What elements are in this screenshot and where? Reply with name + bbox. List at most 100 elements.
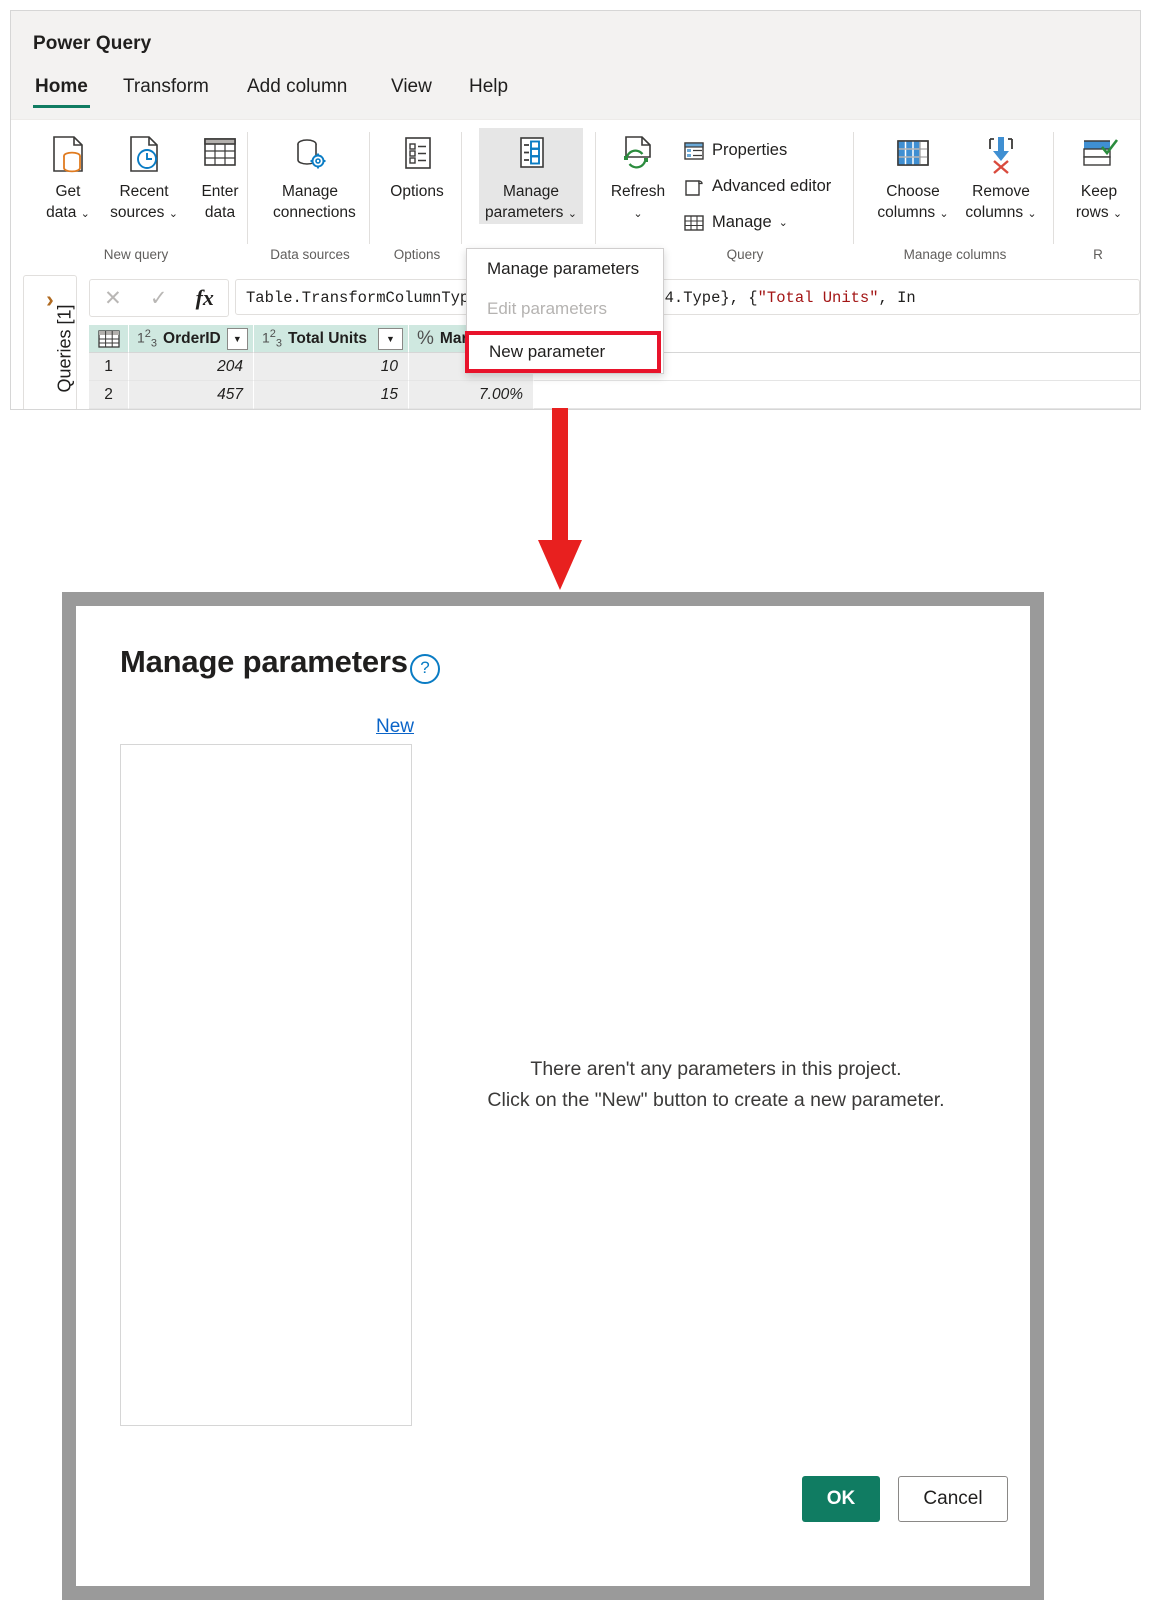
advanced-editor-label: Advanced editor	[712, 177, 832, 195]
ribbon-divider	[247, 132, 248, 244]
choose-columns-button[interactable]: Choose columns ⌄	[869, 128, 957, 224]
manage-parameters-label-line1: Manage	[502, 183, 559, 200]
cell-total-units: 10	[254, 353, 409, 381]
cell-total-units: 15	[254, 381, 409, 409]
tab-add-column[interactable]: Add column	[245, 76, 349, 98]
get-data-label-line2: data	[46, 204, 77, 221]
chevron-down-icon[interactable]: ⌄	[779, 216, 788, 229]
manage-parameters-button[interactable]: Manage parameters ⌄	[479, 128, 583, 224]
ribbon-divider	[369, 132, 370, 244]
app-title: Power Query	[33, 33, 152, 54]
enter-data-button[interactable]: Enter data	[183, 128, 257, 222]
ribbon-group-parameters: Manage parameters ⌄	[465, 120, 595, 268]
manage-connections-label-line1: Manage	[281, 183, 338, 200]
menu-item-edit-parameters: Edit parameters	[487, 299, 607, 318]
ribbon: Get data ⌄ Recent sources ⌄ Enter data N…	[11, 119, 1140, 268]
power-query-window: Power Query Home Transform Add column Vi…	[10, 10, 1141, 410]
accept-formula-icon[interactable]: ✓	[150, 286, 168, 311]
new-parameter-link[interactable]: New	[376, 716, 414, 738]
manage-button[interactable]: Manage ⌄	[683, 208, 788, 237]
tab-home[interactable]: Home	[33, 76, 90, 108]
ribbon-group-label-new-query: New query	[103, 247, 169, 262]
chevron-down-icon[interactable]: ⌄	[633, 208, 642, 220]
ribbon-group-options: Options Options	[373, 120, 461, 268]
ribbon-group-query: Refresh ⌄ Properties Advanced editor Man…	[599, 120, 853, 268]
menu-item-new-parameter[interactable]: New parameter	[465, 331, 661, 373]
chevron-down-icon[interactable]: ⌄	[939, 208, 948, 220]
menu-item-manage-parameters[interactable]: Manage parameters	[467, 249, 663, 289]
properties-button[interactable]: Properties	[683, 136, 787, 165]
parameters-list[interactable]	[120, 744, 412, 1426]
ribbon-divider	[853, 132, 854, 244]
keep-rows-button[interactable]: Keep rows ⌄	[1061, 128, 1137, 224]
properties-label: Properties	[712, 141, 788, 159]
formula-bar-controls: ✕ ✓ fx	[89, 279, 229, 317]
tab-help[interactable]: Help	[467, 76, 510, 98]
refresh-button[interactable]: Refresh ⌄	[601, 128, 675, 224]
recent-sources-label-line1: Recent	[119, 183, 169, 200]
keep-rows-label-line2: rows	[1075, 204, 1109, 221]
manage-parameters-dialog: Manage parameters ? New There aren't any…	[76, 606, 1030, 1586]
chevron-down-icon[interactable]: ⌄	[1113, 208, 1122, 220]
cell-orderid: 204	[129, 353, 254, 381]
recent-sources-button[interactable]: Recent sources ⌄	[107, 128, 181, 224]
remove-columns-button[interactable]: Remove columns ⌄	[957, 128, 1045, 224]
options-label: Options	[390, 183, 444, 200]
grid-column-label-orderid: OrderID	[163, 329, 221, 347]
keep-rows-icon	[1061, 128, 1137, 180]
ok-button[interactable]: OK	[802, 1476, 880, 1522]
percentage-type-icon: %	[417, 327, 434, 349]
chevron-down-icon[interactable]: ⌄	[1027, 208, 1036, 220]
get-data-icon	[31, 128, 105, 180]
formula-string-total-units: "Total Units"	[757, 289, 879, 307]
advanced-editor-button[interactable]: Advanced editor	[683, 172, 831, 201]
advanced-editor-icon	[683, 176, 705, 198]
ribbon-divider	[461, 132, 462, 244]
formula-input[interactable]: Table.TransformColumnTyps", {{"OrderID",…	[235, 279, 1140, 315]
cell-orderid: 457	[129, 381, 254, 409]
get-data-label-line1: Get	[55, 183, 81, 200]
cancel-formula-icon[interactable]: ✕	[104, 286, 122, 311]
manage-connections-label-line2: connections	[273, 204, 356, 221]
empty-state-line1: There aren't any parameters in this proj…	[530, 1058, 902, 1080]
ribbon-group-label-data-sources: Data sources	[270, 247, 350, 262]
tab-transform[interactable]: Transform	[121, 76, 211, 98]
cancel-button[interactable]: Cancel	[898, 1476, 1008, 1522]
refresh-label: Refresh	[610, 183, 666, 200]
annotation-arrow-down	[538, 408, 582, 590]
dialog-frame: Manage parameters ? New There aren't any…	[62, 592, 1044, 1600]
ribbon-divider	[595, 132, 596, 244]
enter-data-icon	[183, 128, 257, 180]
chevron-down-icon[interactable]: ⌄	[81, 208, 90, 220]
help-icon[interactable]: ?	[410, 654, 440, 684]
empty-state-line2: Click on the "New" button to create a ne…	[487, 1089, 945, 1111]
ribbon-group-manage-columns: Choose columns ⌄ Remove columns ⌄ Manage…	[857, 120, 1053, 268]
grid-column-header-total-units[interactable]: 123 Total Units ▼	[254, 325, 409, 353]
window-titlebar: Power Query	[11, 11, 1140, 63]
grid-select-all-icon[interactable]	[89, 325, 129, 353]
chevron-down-icon[interactable]: ⌄	[568, 208, 577, 220]
chevron-down-icon[interactable]: ⌄	[169, 208, 178, 220]
manage-icon	[683, 212, 705, 234]
grid-column-header-orderid[interactable]: 123 OrderID ▼	[129, 325, 254, 353]
enter-data-label-line1: Enter	[201, 183, 239, 200]
properties-icon	[683, 140, 705, 162]
queries-pane-collapsed[interactable]: › Queries [1]	[23, 275, 77, 409]
whole-number-type-icon: 123	[262, 327, 283, 350]
queries-pane-label: Queries [1]	[54, 304, 75, 393]
table-row[interactable]: 2 457 15 7.00%	[89, 381, 1140, 409]
fx-icon[interactable]: fx	[196, 285, 214, 311]
recent-sources-icon	[107, 128, 181, 180]
recent-sources-label-line2: sources	[110, 204, 165, 221]
manage-connections-icon	[273, 128, 347, 180]
options-button[interactable]: Options	[380, 128, 454, 201]
filter-dropdown-icon[interactable]: ▼	[378, 327, 403, 350]
filter-dropdown-icon[interactable]: ▼	[226, 327, 248, 350]
tab-view[interactable]: View	[389, 76, 434, 98]
manage-label: Manage	[712, 213, 772, 231]
options-icon	[380, 128, 454, 180]
get-data-button[interactable]: Get data ⌄	[31, 128, 105, 224]
manage-connections-button[interactable]: Manage connections	[273, 128, 356, 222]
choose-columns-label-line2: columns	[877, 204, 936, 221]
choose-columns-icon	[869, 128, 957, 180]
